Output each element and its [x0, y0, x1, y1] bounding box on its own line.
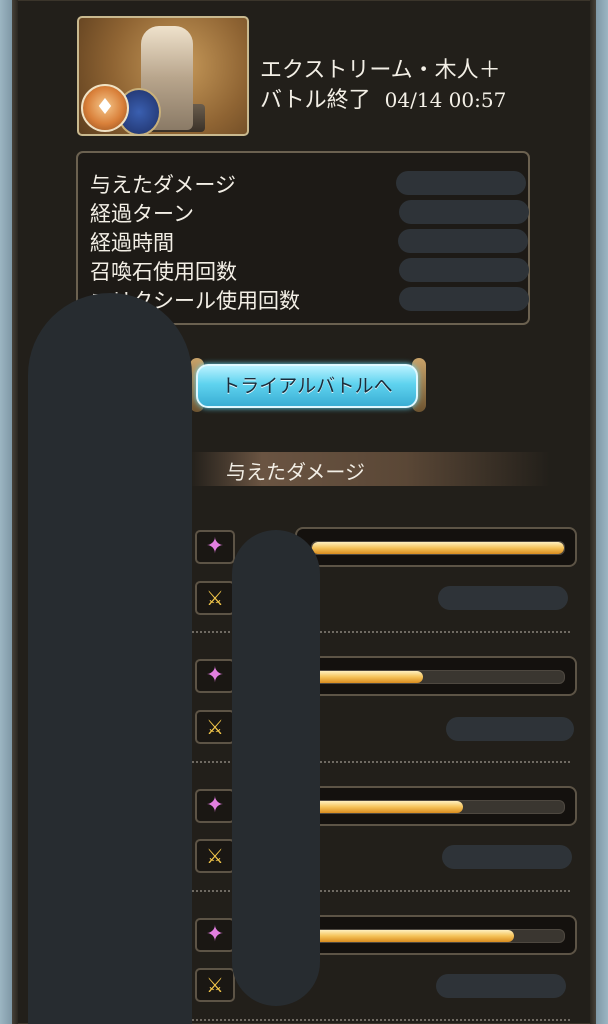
left-frame: [0, 0, 12, 1024]
quest-thumbnail: ♦: [77, 16, 249, 136]
damage-bar-frame: [295, 915, 577, 955]
redacted-value: [398, 229, 528, 253]
damage-bar-fill: [312, 801, 464, 813]
redacted-value: [442, 845, 572, 869]
panel-left-edge: [12, 0, 18, 1024]
row-divider: [192, 1019, 570, 1021]
redacted-value: [396, 171, 526, 195]
crossed-swords-icon: ⚔: [195, 968, 235, 1002]
redacted-value: [438, 586, 568, 610]
redacted-value: [399, 200, 529, 224]
stat-label-time: 経過時間: [90, 231, 174, 255]
redacted-value: [399, 258, 529, 282]
damage-bar-frame: [295, 527, 577, 567]
damage-bar-fill: [312, 930, 514, 942]
stat-label-damage: 与えたダメージ: [90, 173, 236, 197]
damage-bar-fill: [312, 542, 564, 554]
right-frame: [596, 0, 608, 1024]
battle-result-line: バトル終了 04/14 00:57: [260, 82, 506, 114]
damage-bar-track: [311, 800, 565, 814]
star-icon: ✦: [195, 530, 235, 564]
crossed-swords-icon: ⚔: [195, 839, 235, 873]
star-icon: ✦: [195, 789, 235, 823]
damage-section-title: 与えたダメージ: [226, 460, 365, 484]
battle-timestamp: 04/14 00:57: [384, 88, 507, 112]
panel-right-edge: [590, 0, 596, 1024]
redacted-value: [436, 974, 566, 998]
crossed-swords-icon: ⚔: [195, 581, 235, 615]
damage-bar-frame: [295, 786, 577, 826]
trial-battle-button-label[interactable]: トライアルバトルへ: [196, 364, 418, 408]
damage-bar-track: [311, 541, 565, 555]
redaction-overlay: [232, 530, 320, 1006]
trial-battle-button[interactable]: トライアルバトルへ: [190, 356, 426, 414]
battle-stats-box: 与えたダメージ 経過ターン 経過時間 召喚石使用回数 エリクシール使用回数: [76, 151, 530, 325]
redacted-value: [399, 287, 529, 311]
redacted-value: [446, 717, 574, 741]
damage-bar-track: [311, 670, 565, 684]
damage-bar-frame: [295, 656, 577, 696]
redaction-overlay: [28, 293, 192, 1024]
star-icon: ✦: [195, 659, 235, 693]
quest-name: エクストリーム・木人＋: [260, 58, 501, 83]
star-icon: ✦: [195, 918, 235, 952]
crossed-swords-icon: ⚔: [195, 710, 235, 744]
damage-bar-track: [311, 929, 565, 943]
stat-label-turns: 経過ターン: [90, 202, 194, 226]
stat-label-summons: 召喚石使用回数: [90, 260, 237, 284]
battle-result-text: バトル終了: [260, 88, 371, 113]
element-icon: ♦: [81, 84, 129, 132]
damage-bar-fill: [312, 671, 423, 683]
